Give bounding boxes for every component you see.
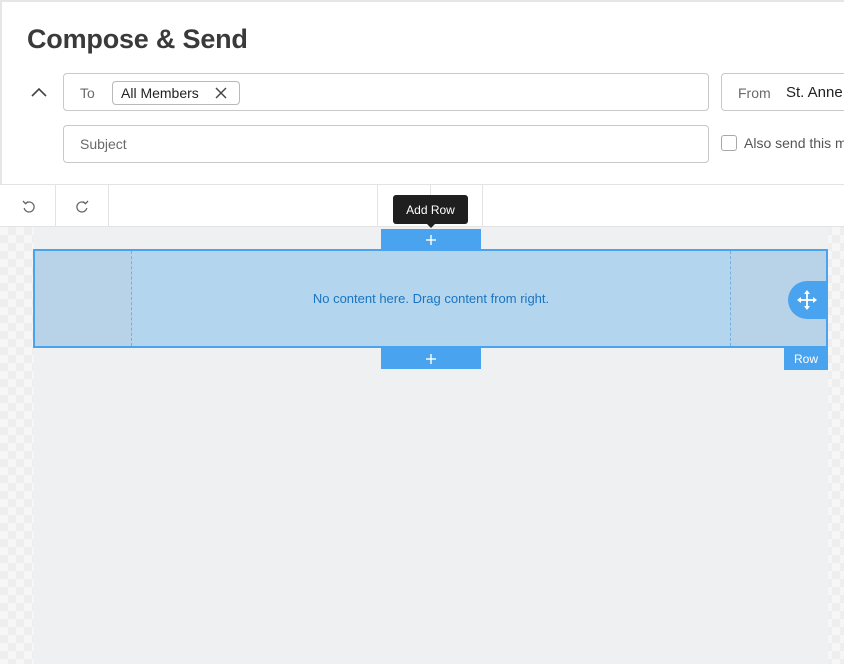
move-icon [797, 290, 817, 310]
plus-icon [426, 234, 436, 245]
row-label-tag[interactable]: Row [784, 348, 828, 370]
tooltip-arrow [426, 223, 436, 228]
left-divider [0, 0, 2, 184]
from-value: St. Anne [786, 84, 843, 101]
from-field[interactable]: From St. Anne [721, 73, 844, 111]
add-row-tooltip: Add Row [393, 195, 468, 224]
add-row-above-button[interactable] [381, 229, 481, 250]
subject-field [63, 125, 709, 163]
recipient-chip[interactable]: All Members [112, 81, 240, 105]
collapse-header-button[interactable] [28, 82, 50, 102]
move-row-handle[interactable] [788, 281, 828, 319]
undo-icon [22, 200, 35, 213]
chevron-up-icon [31, 87, 47, 97]
row-left-column[interactable] [35, 251, 132, 346]
recipient-chip-label: All Members [121, 85, 199, 101]
to-field[interactable]: To All Members [63, 73, 709, 111]
add-row-below-button[interactable] [381, 348, 481, 369]
also-send-checkbox[interactable] [721, 135, 737, 151]
redo-icon [76, 200, 89, 213]
also-send-option[interactable]: Also send this m [721, 135, 844, 151]
content-row[interactable]: No content here. Drag content from right… [33, 249, 828, 348]
plus-icon [426, 353, 436, 364]
from-label: From [738, 85, 771, 101]
row-empty-message: No content here. Drag content from right… [312, 291, 550, 306]
compose-send-page: Compose & Send To All Members From St. A… [0, 0, 844, 664]
also-send-label: Also send this m [744, 135, 844, 151]
redo-button[interactable] [56, 185, 109, 226]
undo-button[interactable] [2, 185, 56, 226]
to-label: To [80, 85, 95, 101]
close-icon[interactable] [215, 87, 227, 99]
top-divider [0, 0, 844, 2]
subject-input[interactable] [65, 127, 705, 161]
page-title: Compose & Send [27, 24, 248, 54]
